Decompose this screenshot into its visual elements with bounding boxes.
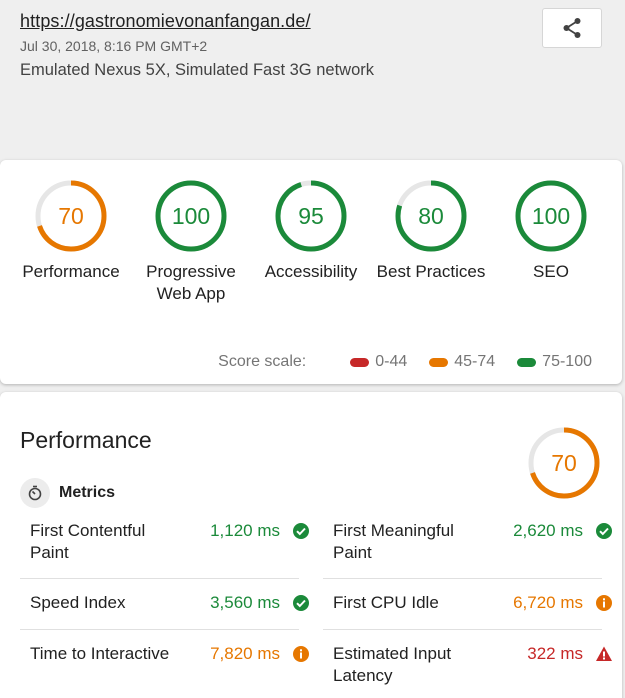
check-circle-icon [596, 523, 612, 539]
metric-value: 1,120 ms [210, 521, 280, 540]
score-scale-fail-label: 0-44 [375, 353, 408, 370]
category-gauge-progressive-web-app[interactable]: 100 Progressive Web App [131, 178, 251, 305]
category-scores-card: 70 Performance 100 Progressive Web App 95 Acc… [0, 160, 622, 384]
metric-speed-index: Speed Index 3,560 ms [30, 592, 310, 614]
gauge-score: 100 [172, 203, 210, 229]
gauge-score: 80 [418, 203, 444, 229]
info-circle-icon [596, 595, 612, 611]
gauge-score: 70 [58, 203, 84, 229]
fail-swatch [350, 357, 370, 367]
metric-divider [20, 629, 299, 630]
category-gauge-performance[interactable]: 70 Performance [11, 178, 131, 283]
metric-divider [20, 578, 299, 579]
performance-title: Performance [20, 427, 152, 453]
metric-first-contentful-paint: First Contentful Paint 1,120 ms [30, 520, 310, 564]
metric-divider [323, 578, 602, 579]
metric-name: First Contentful Paint [30, 521, 146, 562]
report-url-link[interactable]: https://gastronomievonanfangan.de/ [20, 11, 311, 32]
report-date: Jul 30, 2018, 8:16 PM GMT+2 [20, 38, 208, 54]
category-gauge-seo[interactable]: 100 SEO [491, 178, 611, 283]
metric-value: 2,620 ms [513, 521, 583, 540]
performance-section: Performance 70 Metrics First Contentful … [0, 392, 622, 698]
report-environment: Emulated Nexus 5X, Simulated Fast 3G net… [20, 61, 374, 79]
metric-value: 7,820 ms [210, 644, 280, 663]
metric-name: First CPU Idle [333, 593, 439, 612]
category-gauge-best-practices[interactable]: 80 Best Practices [371, 178, 491, 283]
metric-value: 6,720 ms [513, 593, 583, 612]
metric-estimated-input-latency: Estimated Input Latency 322 ms [333, 643, 613, 687]
score-scale-average: 45-74 [429, 353, 495, 371]
pass-swatch [517, 357, 537, 367]
report-header: https://gastronomievonanfangan.de/ Jul 3… [0, 0, 625, 160]
category-gauge-accessibility[interactable]: 95 Accessibility [251, 178, 371, 283]
check-circle-icon [293, 595, 309, 611]
performance-gauge[interactable]: 70 [526, 425, 602, 506]
score-scale-average-label: 45-74 [454, 353, 496, 370]
metric-name: Estimated Input Latency [333, 644, 452, 685]
score-scale-legend: Score scale: 0-44 45-74 75-100 [218, 353, 592, 371]
metric-first-cpu-idle: First CPU Idle 6,720 ms [333, 592, 613, 614]
gauge-score: 100 [532, 203, 570, 229]
metric-first-meaningful-paint: First Meaningful Paint 2,620 ms [333, 520, 613, 564]
share-button[interactable] [542, 8, 602, 48]
metric-time-to-interactive: Time to Interactive 7,820 ms [30, 643, 310, 665]
warning-triangle-icon [596, 646, 612, 661]
stopwatch-icon [20, 478, 50, 508]
score-scale-fail: 0-44 [350, 353, 407, 371]
check-circle-icon [293, 523, 309, 539]
score-scale-pass-label: 75-100 [542, 353, 592, 370]
metric-value: 3,560 ms [210, 593, 280, 612]
metric-value: 322 ms [527, 644, 583, 663]
metric-name: First Meaningful Paint [333, 521, 454, 562]
category-label: Accessibility [264, 262, 358, 281]
share-icon [563, 18, 581, 38]
metrics-title: Metrics [59, 484, 116, 501]
metric-divider [323, 629, 602, 630]
category-label: Progressive Web App [146, 262, 236, 303]
score-scale-pass: 75-100 [517, 353, 592, 371]
average-swatch [429, 357, 449, 367]
score-scale-title: Score scale: [218, 353, 307, 370]
metric-name: Speed Index [30, 593, 126, 612]
metrics-header: Metrics [20, 478, 115, 508]
gauge-score: 95 [298, 203, 324, 229]
info-circle-icon [293, 646, 309, 662]
gauge-score: 70 [551, 450, 577, 476]
category-label: Best Practices [376, 262, 486, 281]
metric-name: Time to Interactive [30, 644, 170, 663]
category-label: SEO [533, 262, 569, 281]
category-label: Performance [22, 262, 120, 281]
